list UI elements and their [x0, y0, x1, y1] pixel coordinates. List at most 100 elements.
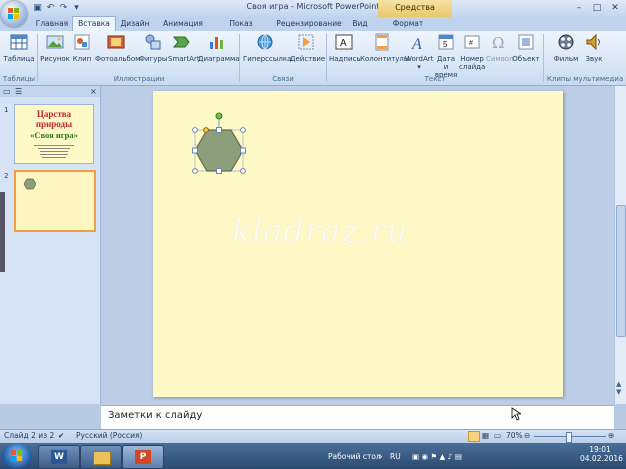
symbol-button[interactable]: Ω Символ [486, 33, 514, 77]
zoom-in-icon[interactable]: ⊕ [608, 431, 614, 441]
photo-album-button[interactable]: Фотоальбом [95, 33, 140, 77]
tray-icons[interactable]: ▣ ◉ ⚑ ▲ ♪ ▤ [412, 452, 462, 461]
selected-hexagon-shape[interactable] [188, 112, 250, 178]
scroll-arrows-icon[interactable]: ▲ ▼ [616, 380, 621, 396]
textbox-button[interactable]: A Надпись [329, 33, 361, 77]
outline-tab-icon[interactable]: ☰ [15, 87, 22, 96]
hyperlink-button[interactable]: Гиперссылка [243, 33, 292, 77]
resize-handle-e[interactable] [240, 147, 246, 154]
minimize-button[interactable]: – [570, 2, 588, 14]
slide-number-button[interactable]: # Номер слайда [459, 33, 485, 77]
action-button[interactable]: Действие [290, 33, 325, 77]
textbox-label: Надпись [329, 55, 361, 63]
clock-time: 19:01 [589, 445, 611, 454]
svg-text:5: 5 [443, 40, 448, 49]
hyperlink-label: Гиперссылка [243, 55, 292, 63]
tab-insert[interactable]: Вставка [72, 16, 116, 32]
group-label-illustrations: Иллюстрации [113, 75, 165, 83]
close-button[interactable]: ✕ [606, 2, 624, 14]
slideshow-view-icon[interactable]: ▭ [494, 431, 501, 441]
windows-logo-icon [11, 450, 22, 461]
movie-icon [558, 34, 574, 50]
start-button[interactable] [2, 444, 32, 468]
tab-review[interactable]: Рецензирование [276, 17, 342, 31]
desktop-toolbar-label[interactable]: Рабочий стол [328, 452, 381, 461]
powerpoint-icon: P [135, 450, 151, 464]
normal-view-icon[interactable] [468, 431, 480, 442]
slides-tab-icon[interactable]: ▭ [3, 87, 11, 96]
wordart-label: WordArt [405, 55, 434, 63]
resize-handle-nw[interactable] [192, 127, 198, 133]
folder-icon [93, 451, 111, 465]
chart-button[interactable]: Диаграмма [198, 33, 240, 77]
svg-text:A: A [340, 38, 347, 49]
movie-button[interactable]: Фильм [552, 33, 580, 77]
maximize-button[interactable]: □ [588, 2, 606, 14]
slide-thumbnail-1[interactable]: Царства природы «Своя игра» [14, 104, 94, 164]
tab-slideshow[interactable]: Показ слайдов [212, 17, 270, 41]
resize-handle-w[interactable] [192, 147, 198, 154]
resize-handle-n[interactable] [216, 127, 222, 133]
tab-view[interactable]: Вид [348, 17, 372, 31]
thumb1-body-lines [34, 145, 74, 158]
taskbar-explorer[interactable] [80, 445, 122, 469]
scrollbar-thumb[interactable] [616, 205, 626, 337]
group-label-tables: Таблицы [2, 75, 36, 83]
header-footer-icon [375, 33, 389, 51]
sound-button[interactable]: Звук [582, 33, 606, 77]
wordart-button[interactable]: A WordArt ▾ [405, 33, 433, 77]
zoom-level[interactable]: 70% [506, 431, 523, 441]
resize-handle-sw[interactable] [192, 168, 198, 174]
clip-button[interactable]: Клип [71, 33, 93, 77]
header-footer-button[interactable]: Колонтитулы [360, 33, 409, 77]
thumb2-hexagon-shape [24, 178, 36, 190]
date-time-button[interactable]: 5 Дата и время [434, 33, 458, 79]
word-icon: W [51, 450, 67, 464]
rotation-handle[interactable] [215, 112, 223, 120]
tab-animation[interactable]: Анимация [158, 17, 208, 31]
taskbar-powerpoint[interactable]: P [122, 445, 164, 469]
adjust-handle[interactable] [203, 127, 209, 133]
movie-label: Фильм [553, 55, 579, 63]
picture-icon [46, 35, 64, 49]
watermark-text: kladraz.ru [231, 212, 409, 250]
zoom-out-icon[interactable]: ⊖ [524, 431, 530, 441]
object-button[interactable]: Объект [512, 33, 540, 77]
photo-album-icon [107, 35, 125, 49]
keyboard-language[interactable]: RU [390, 452, 401, 461]
smartart-button[interactable]: SmartArt [168, 33, 200, 77]
thumb1-title: Царства природы [35, 109, 73, 129]
resize-handle-ne[interactable] [240, 127, 246, 133]
spellcheck-icon[interactable]: ✔ [58, 431, 64, 441]
wordart-icon: A [411, 36, 422, 53]
notes-placeholder: Заметки к слайду [108, 410, 203, 421]
table-button[interactable]: Таблица [3, 33, 35, 77]
slide-thumbnail-2[interactable] [14, 170, 96, 232]
resize-handle-s[interactable] [216, 168, 222, 174]
symbol-label: Символ [486, 55, 514, 63]
clock[interactable]: 19:01 04.02.2016 [580, 445, 623, 463]
zoom-slider-thumb[interactable] [566, 432, 572, 443]
picture-button[interactable]: Рисунок [40, 33, 70, 77]
language-indicator[interactable]: Русский (Россия) [76, 431, 142, 441]
date-time-icon: 5 [438, 34, 454, 50]
office-button[interactable] [1, 1, 27, 27]
shapes-button[interactable]: Фигуры [139, 33, 167, 77]
tray-expand-icon[interactable]: » [378, 452, 383, 461]
tab-home[interactable]: Главная [33, 17, 71, 31]
resize-handle-se[interactable] [240, 168, 246, 174]
pane-splitter[interactable] [0, 192, 5, 272]
clip-label: Клип [72, 55, 92, 63]
textbox-icon: A [335, 34, 353, 50]
clock-date: 04.02.2016 [580, 454, 623, 463]
slide-sorter-icon[interactable]: ▦ [482, 431, 489, 441]
slide-number-label: Номер слайда [459, 55, 486, 71]
group-label-links: Связи [272, 75, 294, 83]
tab-format[interactable]: Формат [388, 17, 428, 31]
shapes-label: Фигуры [139, 55, 168, 63]
group-label-media-clips: Клипы мультимедиа [546, 75, 624, 83]
tab-design[interactable]: Дизайн [118, 17, 152, 31]
wordart-dropdown-icon: ▾ [417, 63, 421, 71]
taskbar-word[interactable]: W [38, 445, 80, 469]
pane-close-icon[interactable]: × [90, 87, 97, 96]
